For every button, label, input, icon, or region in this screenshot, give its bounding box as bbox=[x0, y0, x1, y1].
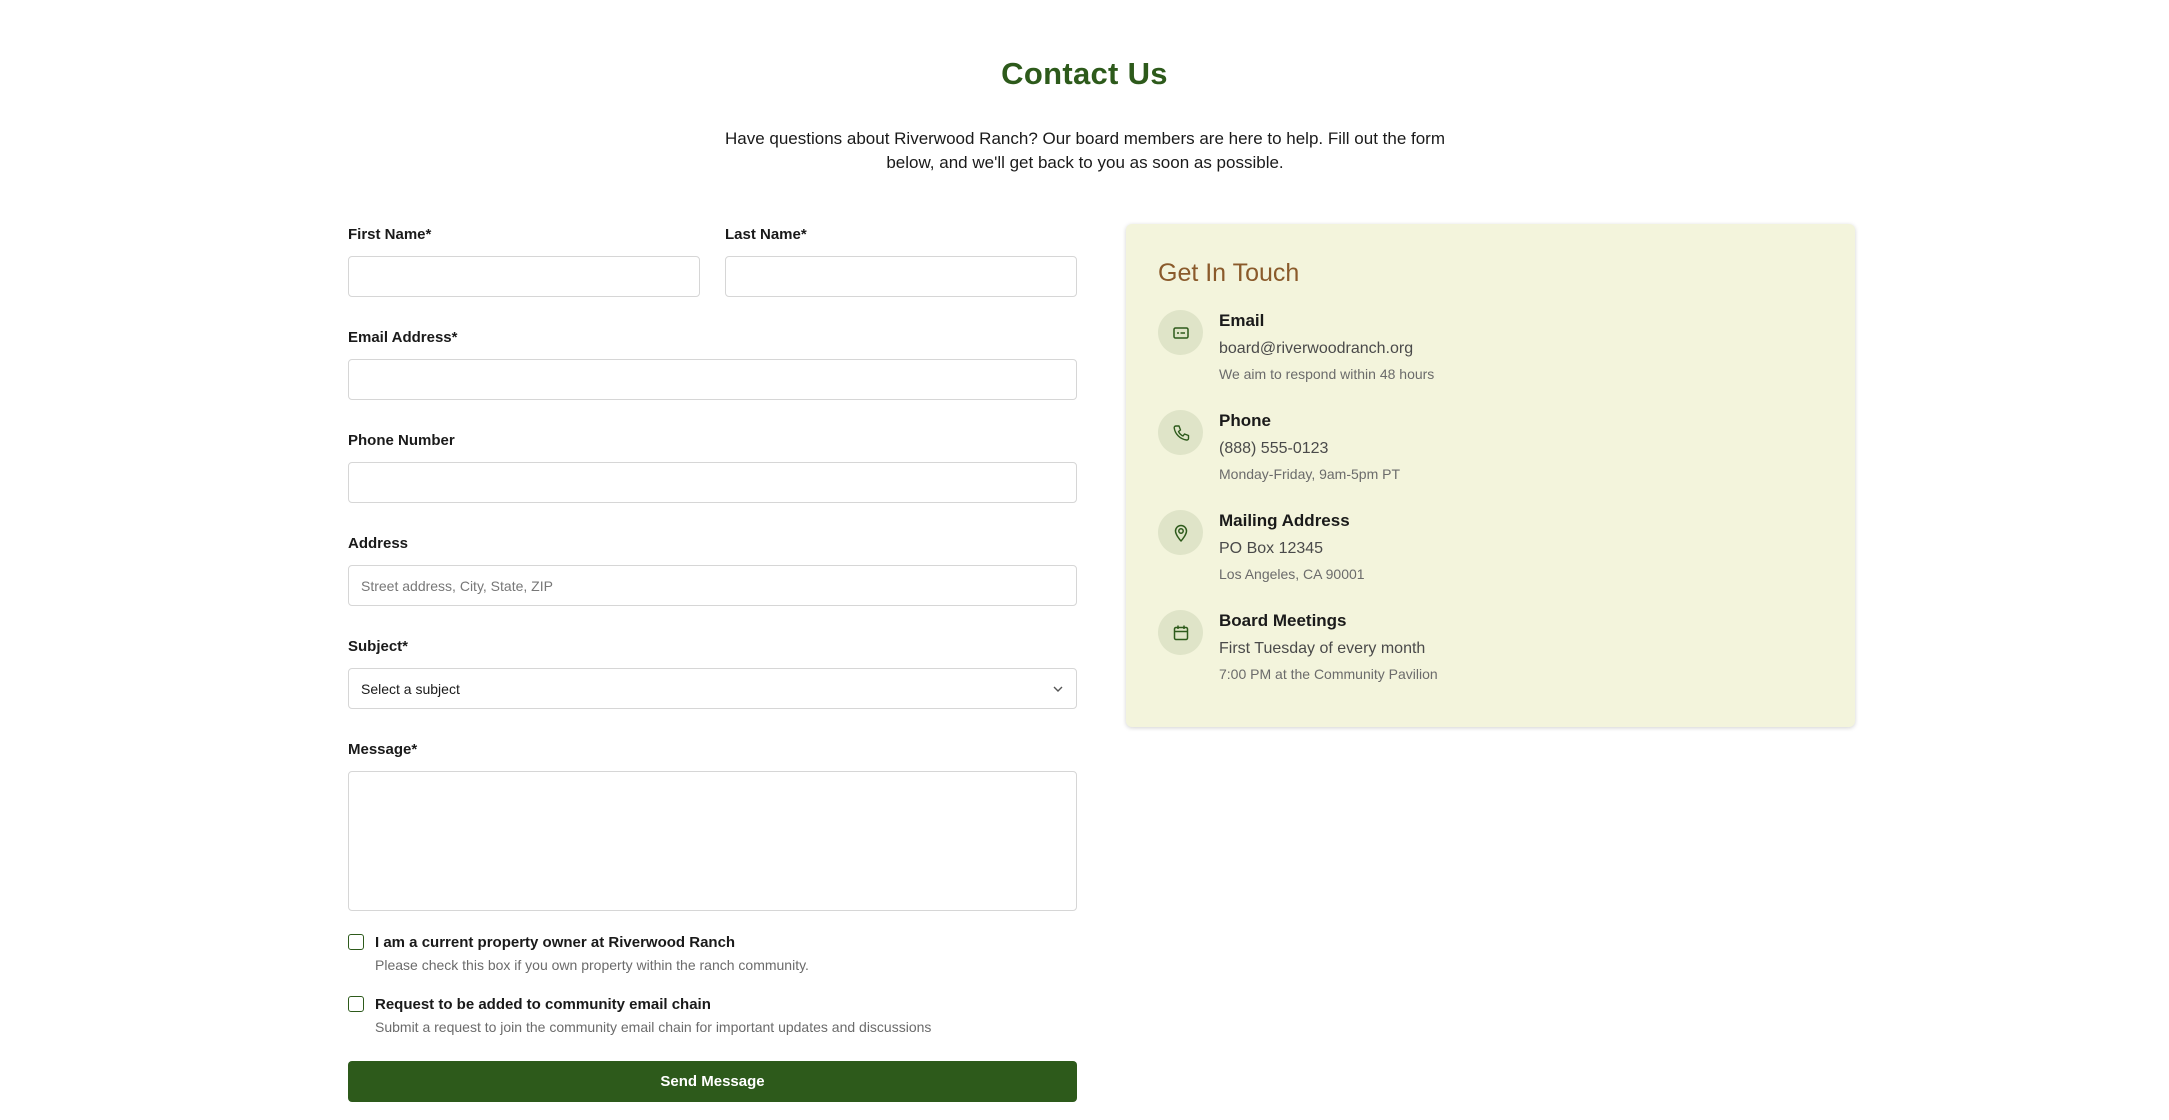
intro-text: Have questions about Riverwood Ranch? Ou… bbox=[724, 129, 1446, 172]
calendar-icon bbox=[1173, 625, 1188, 640]
name-row: First Name* Last Name* bbox=[348, 224, 1077, 297]
phone-label: Phone Number bbox=[348, 432, 455, 449]
first-name-input[interactable] bbox=[348, 256, 700, 297]
message-field: Message* bbox=[348, 739, 1077, 911]
last-name-input[interactable] bbox=[725, 256, 1077, 297]
owner-checkbox[interactable] bbox=[348, 934, 364, 950]
contact-item-title: Board Meetings bbox=[1219, 611, 1347, 630]
contact-item-mailing-address-text: Mailing Address PO Box 12345 Los Angeles… bbox=[1219, 510, 1365, 584]
contact-item-mailing-address: Mailing Address PO Box 12345 Los Angeles… bbox=[1158, 510, 1823, 584]
phone-field: Phone Number bbox=[348, 430, 1077, 503]
contact-item-note: Monday-Friday, 9am-5pm PT bbox=[1219, 466, 1401, 482]
map-pin-icon-badge bbox=[1158, 510, 1203, 555]
contact-item-phone-text: Phone (888) 555-0123 Monday-Friday, 9am-… bbox=[1219, 410, 1400, 484]
phone-input[interactable] bbox=[348, 462, 1077, 503]
message-textarea[interactable] bbox=[348, 771, 1077, 911]
owner-checkbox-text: I am a current property owner at Riverwo… bbox=[375, 933, 809, 975]
contact-item-board-meetings: Board Meetings First Tuesday of every mo… bbox=[1158, 610, 1823, 684]
contact-item-title: Phone bbox=[1219, 411, 1271, 430]
email-label: Email Address* bbox=[348, 329, 458, 346]
phone-icon bbox=[1172, 424, 1189, 441]
email-chain-checkbox-text: Request to be added to community email c… bbox=[375, 995, 931, 1037]
contact-item-value: PO Box 12345 bbox=[1219, 540, 1324, 557]
contact-item-board-meetings-text: Board Meetings First Tuesday of every mo… bbox=[1219, 610, 1438, 684]
contact-form: First Name* Last Name* Email Address* Ph… bbox=[348, 224, 1077, 1102]
message-label: Message* bbox=[348, 741, 418, 758]
contact-item-note: 7:00 PM at the Community Pavilion bbox=[1219, 666, 1438, 682]
contact-item-title: Mailing Address bbox=[1219, 511, 1350, 530]
subject-field: Subject* Select a subject bbox=[348, 636, 1077, 709]
first-name-field: First Name* bbox=[348, 224, 700, 297]
email-icon bbox=[1172, 326, 1189, 339]
subject-selected-value: Select a subject bbox=[361, 680, 460, 697]
email-chain-checkbox-label: Request to be added to community email c… bbox=[375, 996, 711, 1013]
card-title: Get In Touch bbox=[1158, 259, 1300, 287]
contact-item-note: We aim to respond within 48 hours bbox=[1219, 366, 1435, 382]
address-label: Address bbox=[348, 535, 409, 552]
map-pin-icon bbox=[1174, 524, 1187, 542]
address-placeholder: Street address, City, State, ZIP bbox=[361, 577, 553, 594]
page-title: Contact Us bbox=[1001, 56, 1168, 91]
contact-item-email: Email board@riverwoodranch.org We aim to… bbox=[1158, 310, 1823, 384]
address-input[interactable]: Street address, City, State, ZIP bbox=[348, 565, 1077, 606]
contact-item-value: board@riverwoodranch.org bbox=[1219, 340, 1414, 357]
email-chain-checkbox-row: Request to be added to community email c… bbox=[348, 995, 1077, 1037]
email-input[interactable] bbox=[348, 359, 1077, 400]
subject-select[interactable]: Select a subject bbox=[348, 668, 1077, 709]
last-name-label: Last Name* bbox=[725, 226, 807, 243]
phone-icon-badge bbox=[1158, 410, 1203, 455]
send-message-button[interactable]: Send Message bbox=[348, 1061, 1077, 1102]
first-name-label: First Name* bbox=[348, 226, 432, 243]
chevron-down-icon bbox=[1053, 686, 1063, 692]
email-icon-badge bbox=[1158, 310, 1203, 355]
contact-item-value: (888) 555-0123 bbox=[1219, 440, 1329, 457]
contact-item-value: First Tuesday of every month bbox=[1219, 640, 1426, 657]
owner-checkbox-help: Please check this box if you own propert… bbox=[375, 957, 809, 973]
contact-item-title: Email bbox=[1219, 311, 1265, 330]
owner-checkbox-label: I am a current property owner at Riverwo… bbox=[375, 934, 736, 951]
subject-label: Subject* bbox=[348, 638, 409, 655]
contact-item-email-text: Email board@riverwoodranch.org We aim to… bbox=[1219, 310, 1434, 384]
last-name-field: Last Name* bbox=[725, 224, 1077, 297]
contact-item-phone: Phone (888) 555-0123 Monday-Friday, 9am-… bbox=[1158, 410, 1823, 484]
email-field: Email Address* bbox=[348, 327, 1077, 400]
address-field: Address Street address, City, State, ZIP bbox=[348, 533, 1077, 606]
calendar-icon-badge bbox=[1158, 610, 1203, 655]
email-chain-checkbox[interactable] bbox=[348, 996, 364, 1012]
email-chain-checkbox-help: Submit a request to join the community e… bbox=[375, 1019, 932, 1035]
contact-info-card: Get In Touch Email board@riverwoodranch.… bbox=[1126, 224, 1855, 727]
owner-checkbox-row: I am a current property owner at Riverwo… bbox=[348, 933, 1077, 975]
contact-item-note: Los Angeles, CA 90001 bbox=[1219, 566, 1365, 582]
